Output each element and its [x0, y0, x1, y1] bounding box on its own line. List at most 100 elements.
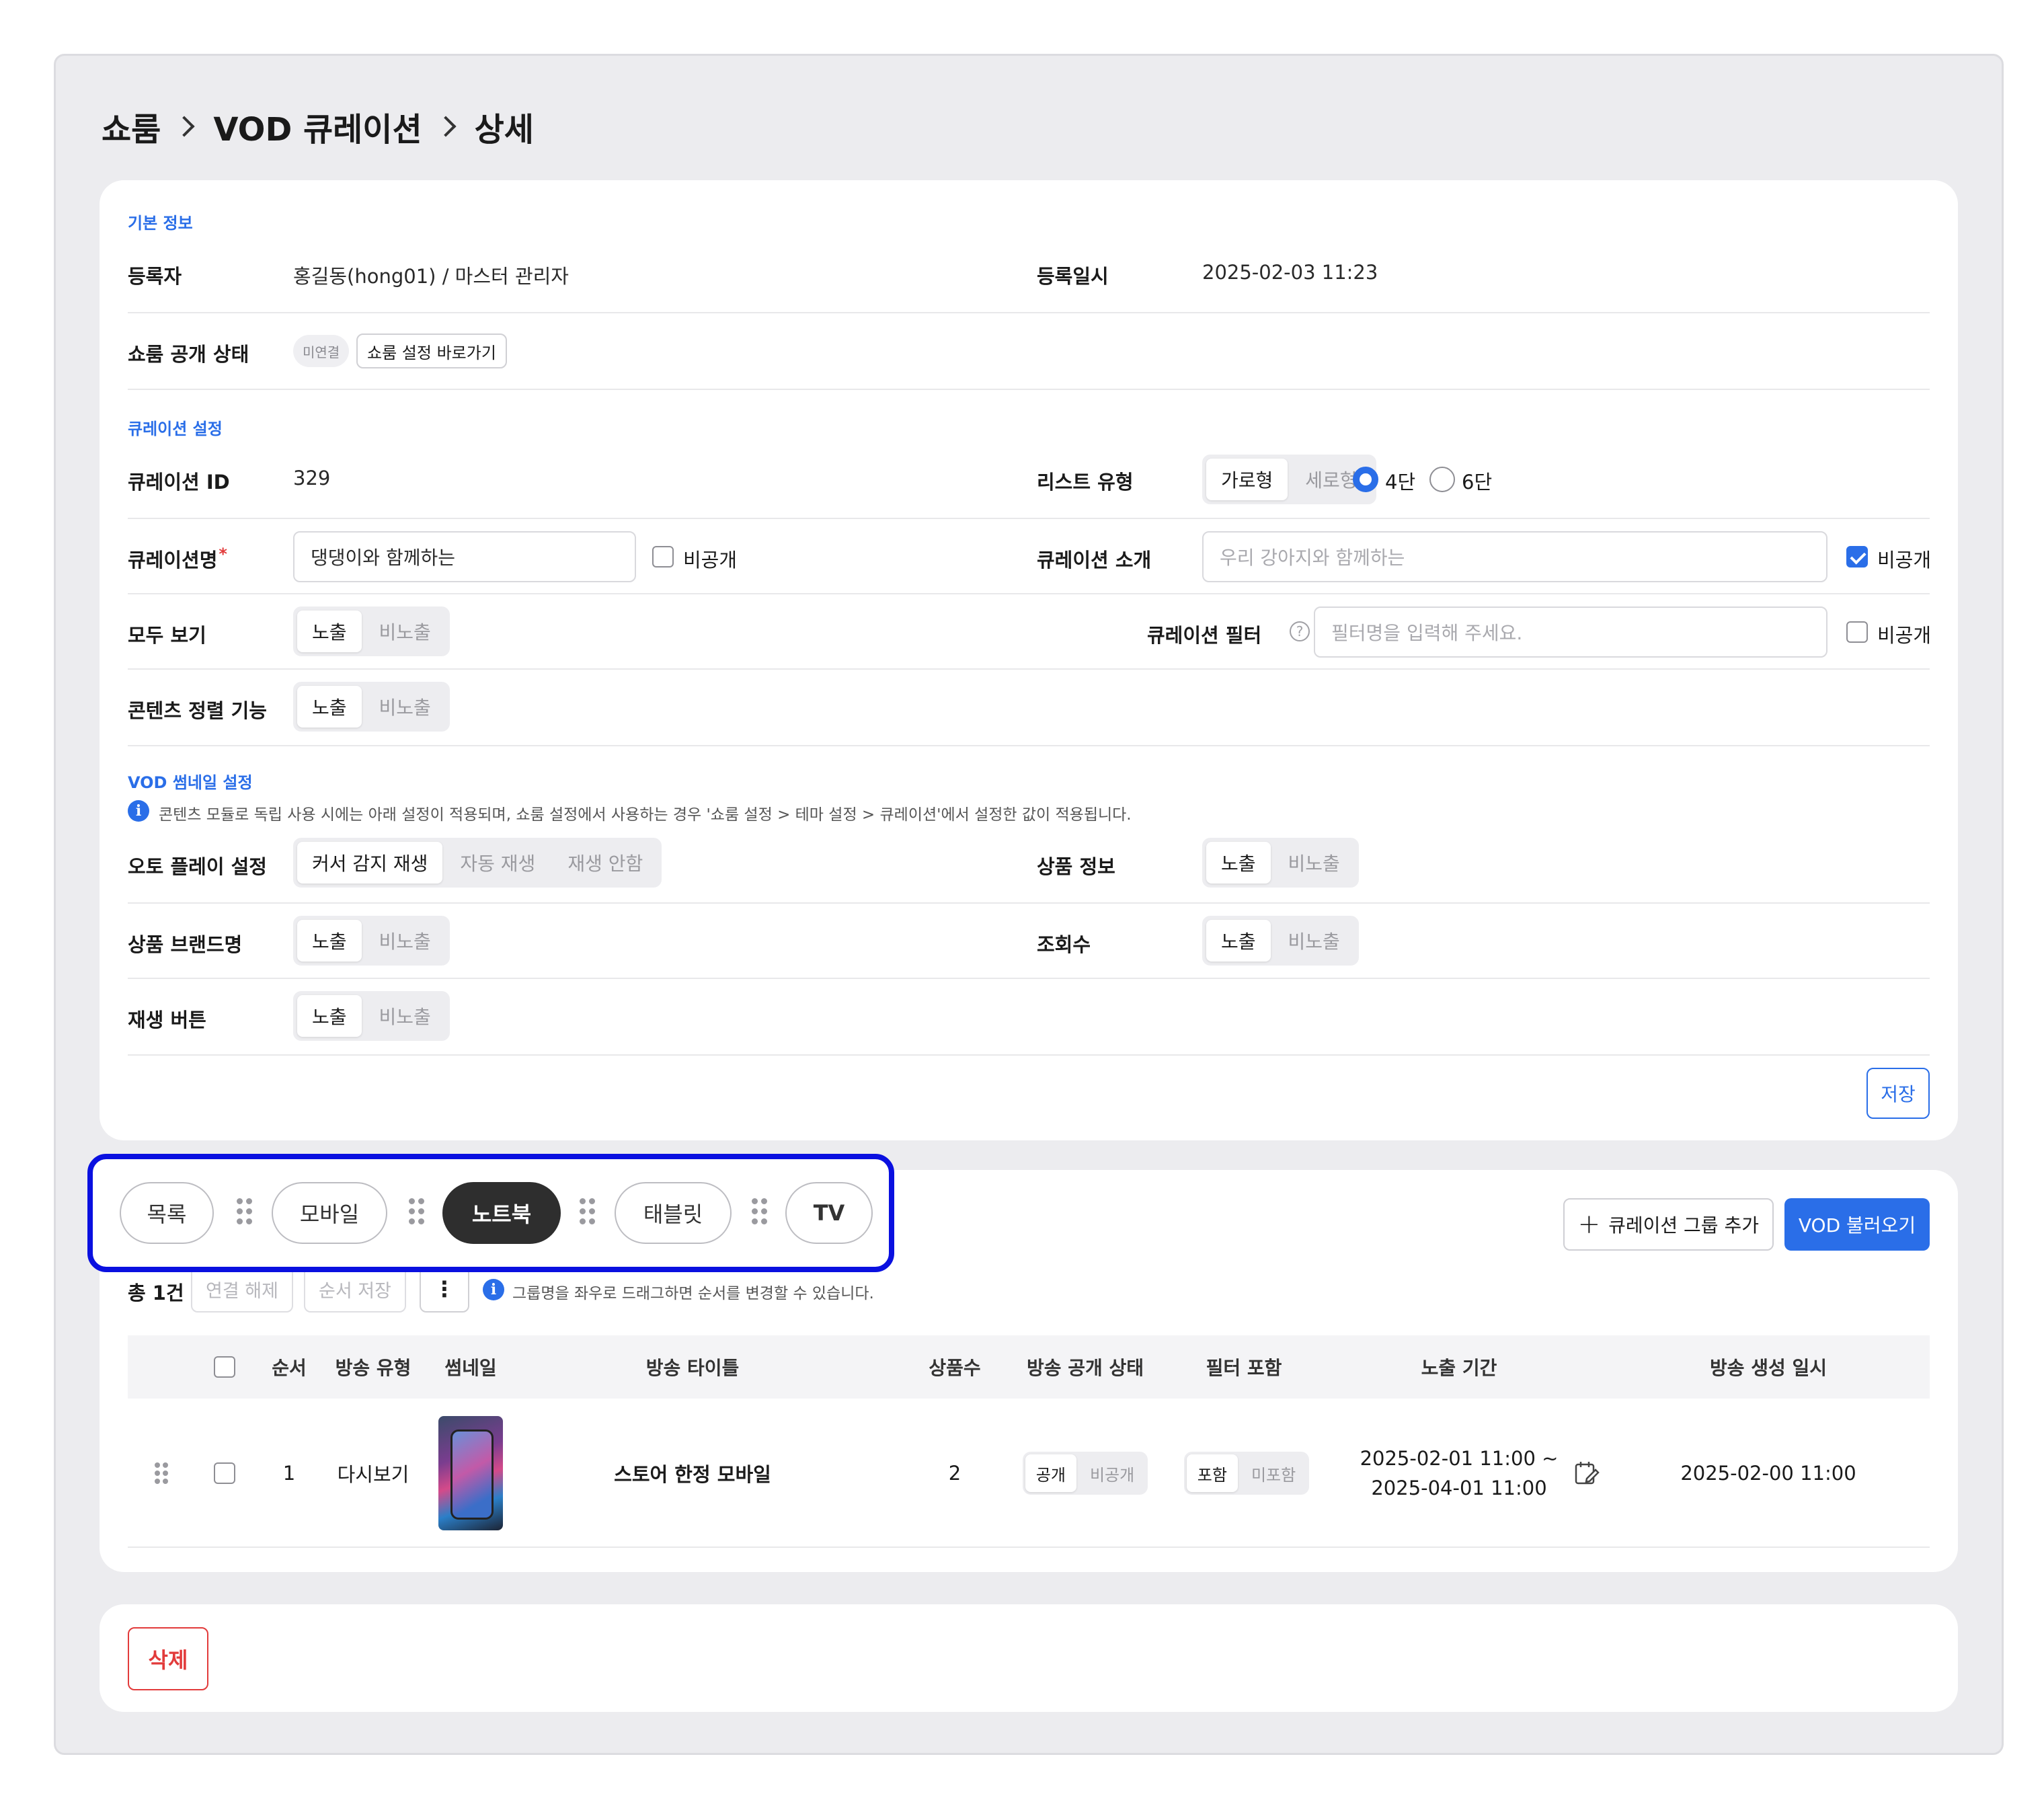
- autoplay-cursor-option[interactable]: 커서 감지 재생: [297, 842, 443, 884]
- add-curation-group-label: 큐레이션 그룹 추가: [1608, 1214, 1759, 1237]
- columns-4-radio[interactable]: [1353, 467, 1378, 492]
- autoplay-none-option[interactable]: 재생 안함: [553, 842, 658, 884]
- column-header-exposure-period[interactable]: 노출 기간: [1392, 1335, 1526, 1399]
- thumbnail-image[interactable]: [438, 1416, 503, 1530]
- table-row[interactable]: 1 다시보기 스토어 한정 모바일 2 공개 비공개 포함 미포함 2025-0…: [128, 1399, 1930, 1548]
- more-options-button[interactable]: ⋮: [420, 1265, 469, 1313]
- brand-hide-option[interactable]: 비노출: [364, 920, 446, 962]
- row-filter-segmented: 포함 미포함: [1183, 1452, 1310, 1495]
- column-header-title[interactable]: 방송 타이틀: [598, 1335, 787, 1399]
- views-show-option[interactable]: 노출: [1206, 920, 1271, 962]
- breadcrumb-item-vod-curation[interactable]: VOD 큐레이션: [213, 103, 422, 150]
- column-header-product-count[interactable]: 상품수: [921, 1335, 988, 1399]
- autoplay-label: 오토 플레이 설정: [128, 855, 267, 878]
- curation-id-value: 329: [293, 467, 331, 489]
- column-header-type[interactable]: 방송 유형: [329, 1335, 417, 1399]
- product-info-hide-option[interactable]: 비노출: [1273, 842, 1355, 884]
- autoplay-auto-option[interactable]: 자동 재생: [445, 842, 550, 884]
- row-filter-include-option[interactable]: 포함: [1186, 1454, 1238, 1492]
- select-all-checkbox[interactable]: [214, 1356, 235, 1378]
- tab-tablet[interactable]: 태블릿: [615, 1182, 732, 1244]
- tab-laptop[interactable]: 노트북: [442, 1182, 561, 1244]
- row-filter-exclude-option[interactable]: 미포함: [1241, 1454, 1306, 1492]
- breadcrumb-item-showroom[interactable]: 쇼룸: [102, 103, 161, 150]
- curation-intro-private-label: 비공개: [1877, 549, 1932, 572]
- brand-row: 상품 브랜드명 노출 비노출 조회수 노출 비노출: [128, 904, 1930, 979]
- product-info-segmented: 노출 비노출: [1202, 838, 1359, 888]
- curation-id-row: 큐레이션 ID 329 리스트 유형 가로형 세로형 4단 6단: [128, 441, 1930, 519]
- curation-name-private-checkbox[interactable]: [652, 546, 674, 567]
- calendar-edit-icon[interactable]: [1567, 1399, 1607, 1548]
- showroom-settings-link-button[interactable]: 쇼룸 설정 바로가기: [356, 334, 507, 368]
- curation-intro-private-checkbox[interactable]: [1846, 546, 1868, 567]
- columns-6-label: 6단: [1462, 471, 1493, 494]
- vod-thumbnail-info-text: 콘텐츠 모듈로 독립 사용 시에는 아래 설정이 적용되며, 쇼룸 설정에서 사…: [159, 806, 1132, 824]
- column-header-order[interactable]: 순서: [269, 1335, 309, 1399]
- brand-label: 상품 브랜드명: [128, 933, 243, 956]
- load-vod-button[interactable]: VOD 불러오기: [1784, 1198, 1930, 1251]
- view-all-row: 모두 보기 노출 비노출 큐레이션 필터 ? 필터명을 입력해 주세요. 비공개: [128, 594, 1932, 670]
- total-count: 총 1건: [128, 1282, 184, 1304]
- tab-mobile[interactable]: 모바일: [272, 1182, 387, 1244]
- row-private-option[interactable]: 비공개: [1079, 1454, 1145, 1492]
- view-all-show-option[interactable]: 노출: [297, 611, 362, 652]
- row-title[interactable]: 스토어 한정 모바일: [598, 1399, 787, 1548]
- drag-handle-icon[interactable]: [750, 1198, 769, 1225]
- product-info-show-option[interactable]: 노출: [1206, 842, 1271, 884]
- autoplay-row: 오토 플레이 설정 커서 감지 재생 자동 재생 재생 안함 상품 정보 노출 …: [128, 826, 1930, 904]
- tab-list[interactable]: 목록: [120, 1182, 214, 1244]
- curation-name-input[interactable]: 댕댕이와 함께하는: [293, 531, 636, 582]
- columns-6-radio[interactable]: [1429, 467, 1455, 492]
- play-button-show-option[interactable]: 노출: [297, 995, 362, 1037]
- play-button-label: 재생 버튼: [128, 1009, 206, 1031]
- view-all-hide-option[interactable]: 비노출: [364, 611, 446, 652]
- content-sort-show-option[interactable]: 노출: [297, 686, 362, 728]
- curation-filter-input[interactable]: 필터명을 입력해 주세요.: [1314, 606, 1827, 658]
- info-circle-icon: i: [483, 1279, 504, 1300]
- drag-handle-icon[interactable]: [578, 1198, 597, 1225]
- curation-intro-label: 큐레이션 소개: [1037, 549, 1152, 572]
- row-checkbox[interactable]: [214, 1462, 235, 1484]
- curation-filter-private-checkbox[interactable]: [1846, 621, 1868, 643]
- tab-tv[interactable]: TV: [785, 1182, 873, 1244]
- content-sort-hide-option[interactable]: 비노출: [364, 686, 446, 728]
- column-header-public-status[interactable]: 방송 공개 상태: [1018, 1335, 1152, 1399]
- delete-button[interactable]: 삭제: [128, 1627, 208, 1690]
- product-info-label: 상품 정보: [1037, 855, 1115, 878]
- registrant-row: 등록자 홍길동(hong01) / 마스터 관리자 등록일시 2025-02-0…: [128, 235, 1930, 313]
- add-curation-group-button[interactable]: + 큐레이션 그룹 추가: [1563, 1198, 1774, 1251]
- drag-handle-icon[interactable]: [235, 1198, 254, 1225]
- column-header-thumbnail: 썸네일: [444, 1357, 497, 1379]
- column-header-created-at[interactable]: 방송 생성 일시: [1681, 1335, 1856, 1399]
- required-mark: *: [219, 545, 227, 563]
- content-sort-label: 콘텐츠 정렬 기능: [128, 699, 267, 722]
- row-public-option[interactable]: 공개: [1025, 1454, 1076, 1492]
- curation-intro-input[interactable]: 우리 강아지와 함께하는: [1202, 531, 1827, 582]
- drag-handle-icon[interactable]: [407, 1198, 426, 1225]
- row-public-segmented: 공개 비공개: [1022, 1452, 1148, 1495]
- brand-show-option[interactable]: 노출: [297, 920, 362, 962]
- curation-filter-private-label: 비공개: [1877, 624, 1932, 647]
- registered-at-value: 2025-02-03 11:23: [1202, 261, 1378, 284]
- views-hide-option[interactable]: 비노출: [1273, 920, 1355, 962]
- save-order-button[interactable]: 순서 저장: [304, 1265, 406, 1313]
- row-product-count: 2: [948, 1462, 961, 1485]
- play-button-hide-option[interactable]: 비노출: [364, 995, 446, 1037]
- row-exposure-period: 2025-02-01 11:00 ~ 2025-04-01 11:00: [1360, 1399, 1559, 1548]
- autoplay-segmented: 커서 감지 재생 자동 재생 재생 안함: [293, 838, 662, 888]
- list-type-horizontal-option[interactable]: 가로형: [1206, 459, 1288, 500]
- column-header-filter-included[interactable]: 필터 포함: [1190, 1335, 1298, 1399]
- views-label: 조회수: [1037, 933, 1091, 956]
- list-type-label: 리스트 유형: [1037, 471, 1134, 494]
- status-badge: 미연결: [293, 335, 350, 367]
- save-button[interactable]: 저장: [1866, 1068, 1930, 1119]
- chevron-right-icon: [435, 116, 457, 137]
- row-period-end: 2025-04-01 11:00: [1371, 1477, 1547, 1499]
- showroom-status-label: 쇼룸 공개 상태: [128, 343, 249, 366]
- view-all-segmented: 노출 비노출: [293, 606, 450, 656]
- question-circle-icon[interactable]: ?: [1290, 621, 1310, 641]
- content-sort-segmented: 노출 비노출: [293, 682, 450, 732]
- play-button-segmented: 노출 비노출: [293, 991, 450, 1041]
- drag-handle-icon[interactable]: [148, 1399, 175, 1548]
- disconnect-button[interactable]: 연결 해제: [191, 1265, 293, 1313]
